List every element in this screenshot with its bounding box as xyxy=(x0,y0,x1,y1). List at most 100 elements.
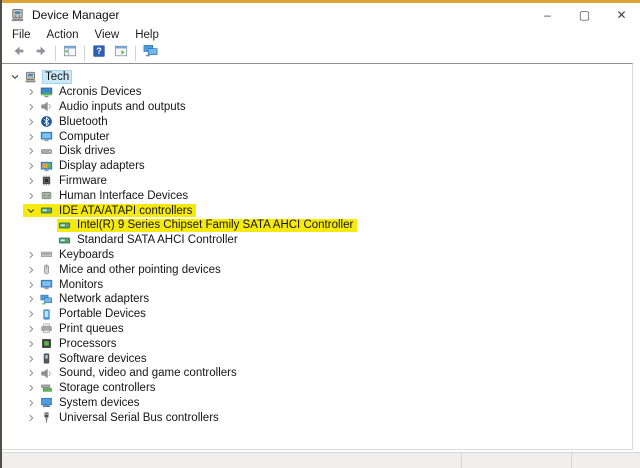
expand-chevron-icon[interactable] xyxy=(23,278,39,291)
chip-icon xyxy=(39,174,54,187)
hid-pad-icon xyxy=(39,189,54,202)
expand-chevron-icon[interactable] xyxy=(23,411,39,424)
title-bar[interactable]: Device Manager –▢✕ xyxy=(2,3,640,27)
tree-item-print-queues[interactable]: Print queues xyxy=(2,322,632,337)
minimize-button[interactable]: – xyxy=(529,3,566,27)
tree-item-label: IDE ATA/ATAPI controllers xyxy=(59,205,192,217)
menu-item-file[interactable]: File xyxy=(2,29,39,41)
expand-chevron-icon[interactable] xyxy=(23,337,39,350)
properties-button[interactable] xyxy=(110,44,132,62)
expand-chevron-icon[interactable] xyxy=(23,367,39,380)
usb-icon xyxy=(39,411,54,424)
ide-card-icon xyxy=(57,219,72,232)
tree-item-network-adapters[interactable]: Network adapters xyxy=(2,292,632,307)
console-tree-icon xyxy=(62,44,78,63)
tree-item-label: Display adapters xyxy=(59,160,145,172)
show-hide-console-tree-button[interactable] xyxy=(59,44,81,62)
action-pane-icon xyxy=(113,44,129,63)
expand-chevron-icon[interactable] xyxy=(23,382,39,395)
toolbar-separator xyxy=(84,46,85,61)
expand-chevron-icon[interactable] xyxy=(23,322,39,335)
strip-divider xyxy=(571,453,572,468)
cpu-icon xyxy=(39,337,54,350)
svg-text:?: ? xyxy=(96,46,101,56)
window-controls: –▢✕ xyxy=(529,3,640,27)
display-icon xyxy=(39,160,54,173)
tree-item-storage-controllers[interactable]: Storage controllers xyxy=(2,381,632,396)
tree-item-portable-devices[interactable]: Portable Devices xyxy=(2,307,632,322)
tree-item-human-interface-devices[interactable]: Human Interface Devices xyxy=(2,188,632,203)
tree-item-system-devices[interactable]: System devices xyxy=(2,396,632,411)
tree-item-bluetooth[interactable]: Bluetooth xyxy=(2,114,632,129)
tree-item-standard-sata-ahci-controller[interactable]: Standard SATA AHCI Controller xyxy=(2,233,632,248)
back-button[interactable] xyxy=(8,44,30,62)
computer-icon xyxy=(23,71,38,84)
collapse-chevron-icon[interactable] xyxy=(23,204,39,217)
expand-chevron-icon[interactable] xyxy=(23,86,39,99)
network-icon xyxy=(39,293,54,306)
software-icon xyxy=(39,352,54,365)
device-manager-app-icon xyxy=(10,8,25,23)
tree-item-tech[interactable]: Tech xyxy=(2,70,632,85)
tree-item-label: Network adapters xyxy=(59,293,149,305)
help-icon: ? xyxy=(91,44,107,63)
tree-item-software-devices[interactable]: Software devices xyxy=(2,351,632,366)
speaker-icon xyxy=(39,100,54,113)
speaker-icon xyxy=(39,367,54,380)
menu-item-view[interactable]: View xyxy=(87,29,128,41)
printer-icon xyxy=(39,322,54,335)
tree-item-ide-ata-atapi-controllers[interactable]: IDE ATA/ATAPI controllers xyxy=(2,203,632,218)
tree-item-sound-video-and-game-controllers[interactable]: Sound, video and game controllers xyxy=(2,366,632,381)
tree-item-universal-serial-bus-controllers[interactable]: Universal Serial Bus controllers xyxy=(2,410,632,425)
expand-chevron-icon[interactable] xyxy=(23,130,39,143)
tree-item-label: Disk drives xyxy=(59,145,115,157)
tree-item-display-adapters[interactable]: Display adapters xyxy=(2,159,632,174)
toolbar-separator xyxy=(55,46,56,61)
tree-item-label: Sound, video and game controllers xyxy=(59,367,237,379)
tree-item-label: Storage controllers xyxy=(59,382,156,394)
device-tree-panel[interactable]: TechAcronis DevicesAudio inputs and outp… xyxy=(2,63,633,450)
scan-hardware-changes-button[interactable] xyxy=(139,44,161,62)
keyboard-icon xyxy=(39,248,54,261)
tree-item-audio-inputs-and-outputs[interactable]: Audio inputs and outputs xyxy=(2,100,632,115)
tree-item-acronis-devices[interactable]: Acronis Devices xyxy=(2,85,632,100)
expand-chevron-icon[interactable] xyxy=(23,174,39,187)
expand-chevron-icon[interactable] xyxy=(23,160,39,173)
tree-item-computer[interactable]: Computer xyxy=(2,129,632,144)
tree-item-keyboards[interactable]: Keyboards xyxy=(2,248,632,263)
tree-item-processors[interactable]: Processors xyxy=(2,336,632,351)
expand-chevron-icon[interactable] xyxy=(23,100,39,113)
tree-item-intel-9-series-chipset-family-sata-ahci-controller[interactable]: Intel(R) 9 Series Chipset Family SATA AH… xyxy=(2,218,632,233)
tree-item-label: Bluetooth xyxy=(59,116,108,128)
tree-item-mice-and-other-pointing-devices[interactable]: Mice and other pointing devices xyxy=(2,262,632,277)
tree-item-disk-drives[interactable]: Disk drives xyxy=(2,144,632,159)
expand-chevron-icon[interactable] xyxy=(23,308,39,321)
mouse-icon xyxy=(39,263,54,276)
menu-item-action[interactable]: Action xyxy=(39,29,87,41)
disk-icon xyxy=(39,145,54,158)
tree-item-label: Firmware xyxy=(59,175,107,187)
expand-chevron-icon[interactable] xyxy=(23,145,39,158)
help-button[interactable]: ? xyxy=(88,44,110,62)
window-title: Device Manager xyxy=(32,8,119,22)
expand-chevron-icon[interactable] xyxy=(23,263,39,276)
expand-chevron-icon[interactable] xyxy=(23,248,39,261)
tree-item-label: Standard SATA AHCI Controller xyxy=(77,234,238,246)
tree-item-label: Human Interface Devices xyxy=(59,190,188,202)
forward-button[interactable] xyxy=(30,44,52,62)
toolbar-separator xyxy=(135,46,136,61)
expand-chevron-icon[interactable] xyxy=(23,115,39,128)
maximize-button[interactable]: ▢ xyxy=(566,3,603,27)
expand-chevron-icon[interactable] xyxy=(23,189,39,202)
collapse-chevron-icon[interactable] xyxy=(7,71,23,84)
tree-item-label: Processors xyxy=(59,338,117,350)
menu-item-help[interactable]: Help xyxy=(127,29,167,41)
close-button[interactable]: ✕ xyxy=(603,3,640,27)
tree-item-label: Computer xyxy=(59,131,110,143)
expand-chevron-icon[interactable] xyxy=(23,352,39,365)
tree-item-firmware[interactable]: Firmware xyxy=(2,174,632,189)
expand-chevron-icon[interactable] xyxy=(23,293,39,306)
tree-item-monitors[interactable]: Monitors xyxy=(2,277,632,292)
expand-chevron-icon[interactable] xyxy=(23,396,39,409)
tree-item-label: Software devices xyxy=(59,353,147,365)
